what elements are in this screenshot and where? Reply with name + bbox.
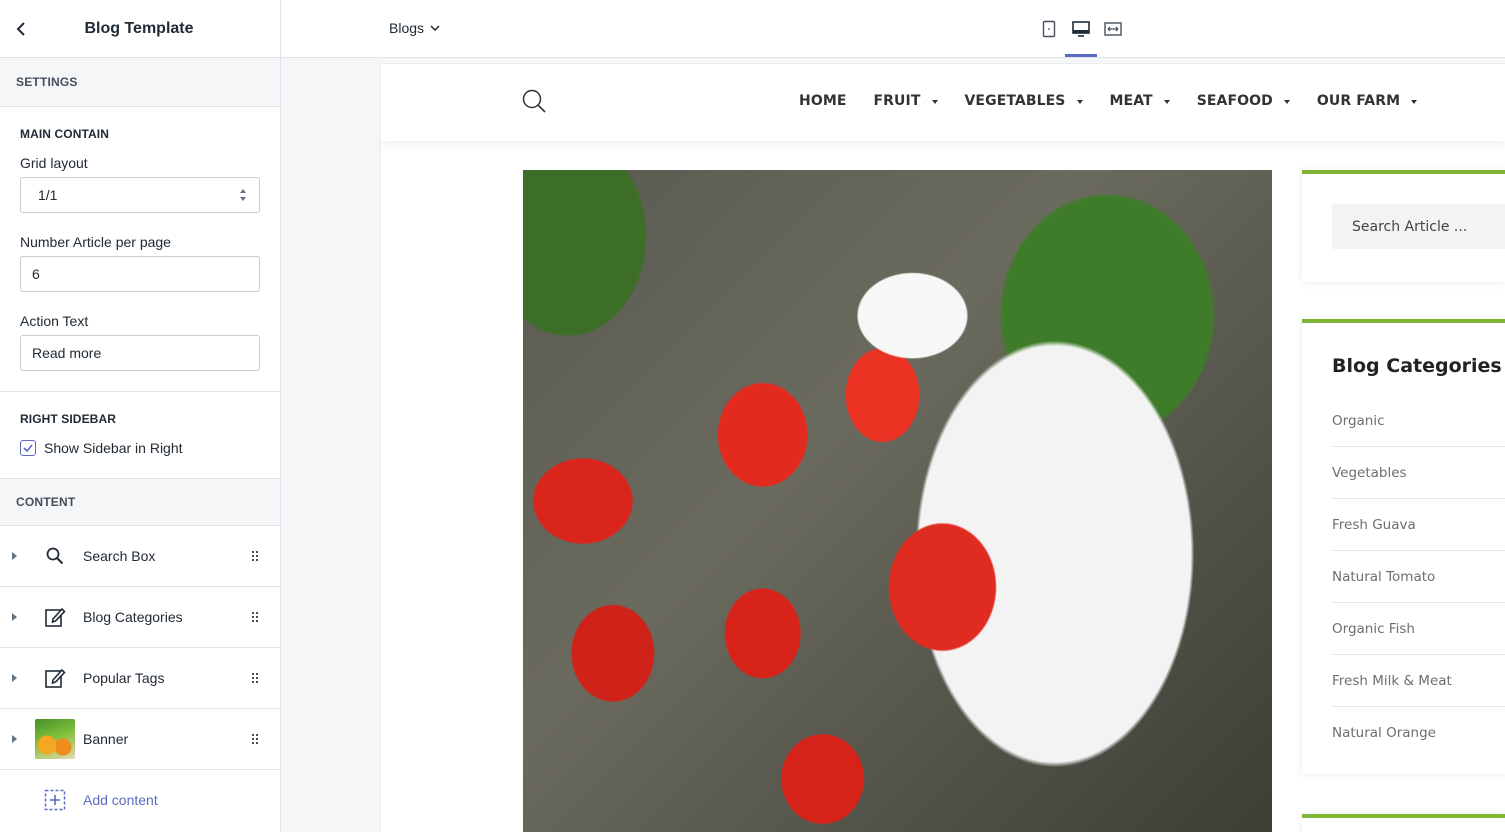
category-link[interactable]: Fresh Guava (1332, 499, 1505, 551)
category-link[interactable]: Natural Orange (1332, 707, 1505, 759)
nav-item[interactable]: HOME (799, 93, 847, 109)
add-content-button[interactable]: Add content (0, 770, 280, 830)
page-select-value: Blogs (389, 20, 425, 36)
caret-down-icon (1283, 99, 1290, 104)
active-device-indicator (1065, 54, 1097, 57)
show-sidebar-row[interactable]: Show Sidebar in Right (20, 440, 260, 456)
nav-item-label: SEAFOOD (1196, 93, 1273, 109)
nav-item[interactable]: FRUIT (874, 93, 938, 109)
panel-header: Blog Template (0, 0, 280, 58)
nav-item-label: FRUIT (873, 93, 921, 109)
articles-per-page-label: Number Article per page (20, 234, 171, 250)
add-content-label: Add content (83, 792, 158, 808)
search-widget: Search Article ... (1302, 170, 1505, 282)
nav-item[interactable]: VEGETABLES (965, 93, 1083, 109)
settings-heading: SETTINGS (0, 58, 280, 107)
right-sidebar-heading: RIGHT SIDEBAR (20, 412, 116, 426)
nav-item-label: MEAT (1109, 93, 1153, 109)
grid-layout-select[interactable]: 1/1 (20, 177, 260, 213)
nav-item[interactable]: SEAFOOD (1197, 93, 1290, 109)
main-nav: HOME FRUIT VEGETABLES MEAT SEAFOOD OUR FARM (799, 93, 1444, 109)
back-button[interactable] (12, 20, 30, 38)
desktop-icon[interactable] (1070, 18, 1092, 40)
action-text-input[interactable]: Read more (20, 335, 260, 371)
panel-title: Blog Template (84, 19, 194, 37)
content-heading: CONTENT (0, 479, 280, 526)
category-link[interactable]: Natural Tomato (1332, 551, 1505, 603)
drag-handle-icon[interactable] (252, 734, 258, 744)
category-list: Organic Vegetables Fresh Guava Natural Toma… (1332, 395, 1505, 759)
expand-caret-icon[interactable] (12, 613, 17, 621)
expand-caret-icon[interactable] (12, 674, 17, 682)
content-item-search-box[interactable]: Search Box (0, 526, 280, 587)
caret-down-icon (1163, 99, 1170, 104)
nav-item[interactable]: OUR FARM (1316, 93, 1418, 109)
search-article-input[interactable]: Search Article ... (1332, 204, 1505, 249)
drag-handle-icon[interactable] (252, 673, 258, 683)
expand-caret-icon[interactable] (12, 552, 17, 560)
store-preview: HOME FRUIT VEGETABLES MEAT SEAFOOD OUR FARM S… (381, 64, 1505, 832)
device-switcher (1038, 18, 1124, 40)
category-link[interactable]: Organic (1332, 395, 1505, 447)
caret-down-icon (1076, 99, 1083, 104)
main-contain-section: MAIN CONTAIN Grid layout 1/1 Number Arti… (0, 107, 280, 392)
edit-icon (35, 658, 75, 698)
content-item-label: Blog Categories (83, 609, 183, 625)
main-contain-heading: MAIN CONTAIN (20, 127, 109, 141)
articles-per-page-input[interactable]: 6 (20, 256, 260, 292)
action-text-label: Action Text (20, 313, 89, 329)
chevron-left-icon (16, 22, 25, 36)
content-item-popular-tags[interactable]: Popular Tags (0, 648, 280, 709)
drag-handle-icon[interactable] (252, 551, 258, 561)
editor-topbar: Blogs (281, 0, 1505, 58)
select-arrows-icon (239, 189, 247, 203)
content-item-banner[interactable]: Banner (0, 709, 280, 770)
blog-categories-title: Blog Categories (1332, 355, 1502, 377)
right-sidebar-section: RIGHT SIDEBAR Show Sidebar in Right (0, 392, 280, 479)
blog-categories-widget: Blog Categories Organic Vegetables Fresh G… (1302, 319, 1505, 774)
category-link[interactable]: Vegetables (1332, 447, 1505, 499)
checkmark-icon (23, 444, 33, 452)
show-sidebar-checkbox[interactable] (20, 440, 36, 456)
nav-item-label: VEGETABLES (964, 93, 1066, 109)
settings-panel: Blog Template SETTINGS MAIN CONTAIN Grid… (0, 0, 281, 832)
add-section-icon (35, 780, 75, 820)
expand-caret-icon[interactable] (12, 735, 17, 743)
nav-item-label: HOME (799, 93, 847, 109)
content-item-label: Banner (83, 731, 129, 747)
grid-layout-value: 1/1 (38, 187, 58, 203)
show-sidebar-label: Show Sidebar in Right (44, 440, 183, 456)
search-icon[interactable] (521, 88, 547, 114)
category-link[interactable]: Fresh Milk & Meat (1332, 655, 1505, 707)
drag-handle-icon[interactable] (252, 612, 258, 622)
blog-featured-image[interactable] (523, 170, 1272, 832)
banner-thumbnail (35, 719, 75, 759)
category-link[interactable]: Organic Fish (1332, 603, 1505, 655)
mobile-icon[interactable] (1038, 18, 1060, 40)
grid-layout-label: Grid layout (20, 155, 88, 171)
fullwidth-icon[interactable] (1102, 18, 1124, 40)
site-header: HOME FRUIT VEGETABLES MEAT SEAFOOD OUR FARM (381, 64, 1505, 141)
edit-icon (35, 597, 75, 637)
chevron-down-icon (430, 25, 440, 31)
search-icon (35, 536, 75, 576)
content-item-label: Search Box (83, 548, 156, 564)
next-widget (1302, 814, 1505, 832)
caret-down-icon (931, 99, 938, 104)
caret-down-icon (1411, 99, 1418, 104)
nav-item-label: OUR FARM (1316, 93, 1401, 109)
page-select[interactable]: Blogs (389, 20, 440, 36)
content-item-blog-categories[interactable]: Blog Categories (0, 587, 280, 648)
content-item-label: Popular Tags (83, 670, 165, 686)
nav-item[interactable]: MEAT (1110, 93, 1170, 109)
